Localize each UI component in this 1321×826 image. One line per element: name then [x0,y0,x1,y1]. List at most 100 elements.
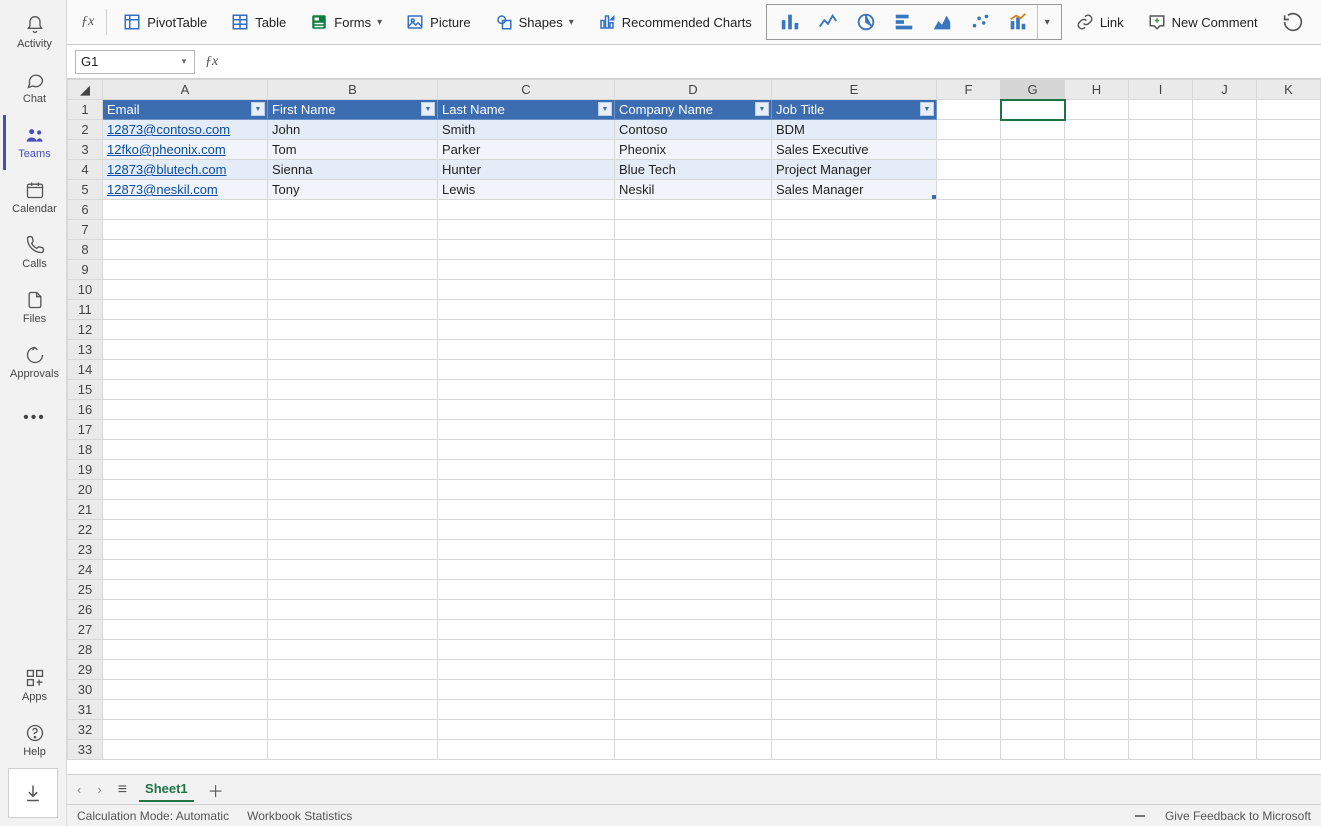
cell-E28[interactable] [772,640,937,660]
cell-G22[interactable] [1001,520,1065,540]
cell-J9[interactable] [1193,260,1257,280]
column-header-A[interactable]: A [103,80,268,100]
cell-A6[interactable] [103,200,268,220]
rail-calendar[interactable]: Calendar [3,170,63,225]
cell-J32[interactable] [1193,720,1257,740]
email-link[interactable]: 12873@blutech.com [107,162,226,177]
cell-H15[interactable] [1065,380,1129,400]
cell-C29[interactable] [438,660,615,680]
cell-I23[interactable] [1129,540,1193,560]
cell-E33[interactable] [772,740,937,760]
chevron-down-icon[interactable]: ▾ [176,53,192,71]
cell-D21[interactable] [615,500,772,520]
cell-G23[interactable] [1001,540,1065,560]
cell-J4[interactable] [1193,160,1257,180]
cell-B18[interactable] [268,440,438,460]
cell-C32[interactable] [438,720,615,740]
cell-H14[interactable] [1065,360,1129,380]
cell-H20[interactable] [1065,480,1129,500]
cell-B17[interactable] [268,420,438,440]
cell-F20[interactable] [937,480,1001,500]
cell-E14[interactable] [772,360,937,380]
cell-F25[interactable] [937,580,1001,600]
cell-K12[interactable] [1257,320,1321,340]
cell-C12[interactable] [438,320,615,340]
cell-I1[interactable] [1129,100,1193,120]
cell-G17[interactable] [1001,420,1065,440]
cell-H16[interactable] [1065,400,1129,420]
cell-B16[interactable] [268,400,438,420]
cell-I3[interactable] [1129,140,1193,160]
row-header-2[interactable]: 2 [68,120,103,140]
picture-button[interactable]: Picture [396,5,480,39]
cell-D27[interactable] [615,620,772,640]
cell-J13[interactable] [1193,340,1257,360]
column-header-E[interactable]: E [772,80,937,100]
cell-B19[interactable] [268,460,438,480]
cell-D9[interactable] [615,260,772,280]
cell-G12[interactable] [1001,320,1065,340]
cell-A25[interactable] [103,580,268,600]
cell-H22[interactable] [1065,520,1129,540]
cell-G27[interactable] [1001,620,1065,640]
cell-G1[interactable] [1001,100,1065,120]
row-header-32[interactable]: 32 [68,720,103,740]
cell-G11[interactable] [1001,300,1065,320]
email-link[interactable]: 12873@contoso.com [107,122,230,137]
cell-E10[interactable] [772,280,937,300]
cell-C2[interactable]: Smith [438,120,615,140]
cell-J3[interactable] [1193,140,1257,160]
cell-E21[interactable] [772,500,937,520]
cell-I32[interactable] [1129,720,1193,740]
cell-H24[interactable] [1065,560,1129,580]
cell-A5[interactable]: 12873@neskil.com [103,180,268,200]
cell-C1[interactable]: Last Name▼ [438,100,615,120]
cell-K26[interactable] [1257,600,1321,620]
cell-D3[interactable]: Pheonix [615,140,772,160]
cell-D5[interactable]: Neskil [615,180,772,200]
chart-line-button[interactable] [809,5,847,39]
cell-J25[interactable] [1193,580,1257,600]
cell-J20[interactable] [1193,480,1257,500]
row-header-18[interactable]: 18 [68,440,103,460]
cell-E7[interactable] [772,220,937,240]
download-button[interactable] [8,768,58,818]
cell-A3[interactable]: 12fko@pheonix.com [103,140,268,160]
cell-J28[interactable] [1193,640,1257,660]
cell-G21[interactable] [1001,500,1065,520]
feedback-link[interactable]: Give Feedback to Microsoft [1165,809,1311,823]
column-header-I[interactable]: I [1129,80,1193,100]
cell-A10[interactable] [103,280,268,300]
sheet-nav-prev[interactable]: ‹ [73,778,85,801]
cell-E20[interactable] [772,480,937,500]
cell-F31[interactable] [937,700,1001,720]
cell-A18[interactable] [103,440,268,460]
cell-E2[interactable]: BDM [772,120,937,140]
cell-G32[interactable] [1001,720,1065,740]
row-header-3[interactable]: 3 [68,140,103,160]
cell-G24[interactable] [1001,560,1065,580]
cell-J23[interactable] [1193,540,1257,560]
cell-F27[interactable] [937,620,1001,640]
cell-F11[interactable] [937,300,1001,320]
cell-J14[interactable] [1193,360,1257,380]
cell-A8[interactable] [103,240,268,260]
cell-K11[interactable] [1257,300,1321,320]
cell-F2[interactable] [937,120,1001,140]
cell-H19[interactable] [1065,460,1129,480]
cell-I21[interactable] [1129,500,1193,520]
cell-C18[interactable] [438,440,615,460]
cell-F8[interactable] [937,240,1001,260]
cell-G14[interactable] [1001,360,1065,380]
cell-H32[interactable] [1065,720,1129,740]
cell-F28[interactable] [937,640,1001,660]
cell-J5[interactable] [1193,180,1257,200]
cell-K31[interactable] [1257,700,1321,720]
cell-C33[interactable] [438,740,615,760]
row-header-30[interactable]: 30 [68,680,103,700]
cell-D31[interactable] [615,700,772,720]
cell-J2[interactable] [1193,120,1257,140]
row-header-22[interactable]: 22 [68,520,103,540]
cell-J18[interactable] [1193,440,1257,460]
cell-D26[interactable] [615,600,772,620]
